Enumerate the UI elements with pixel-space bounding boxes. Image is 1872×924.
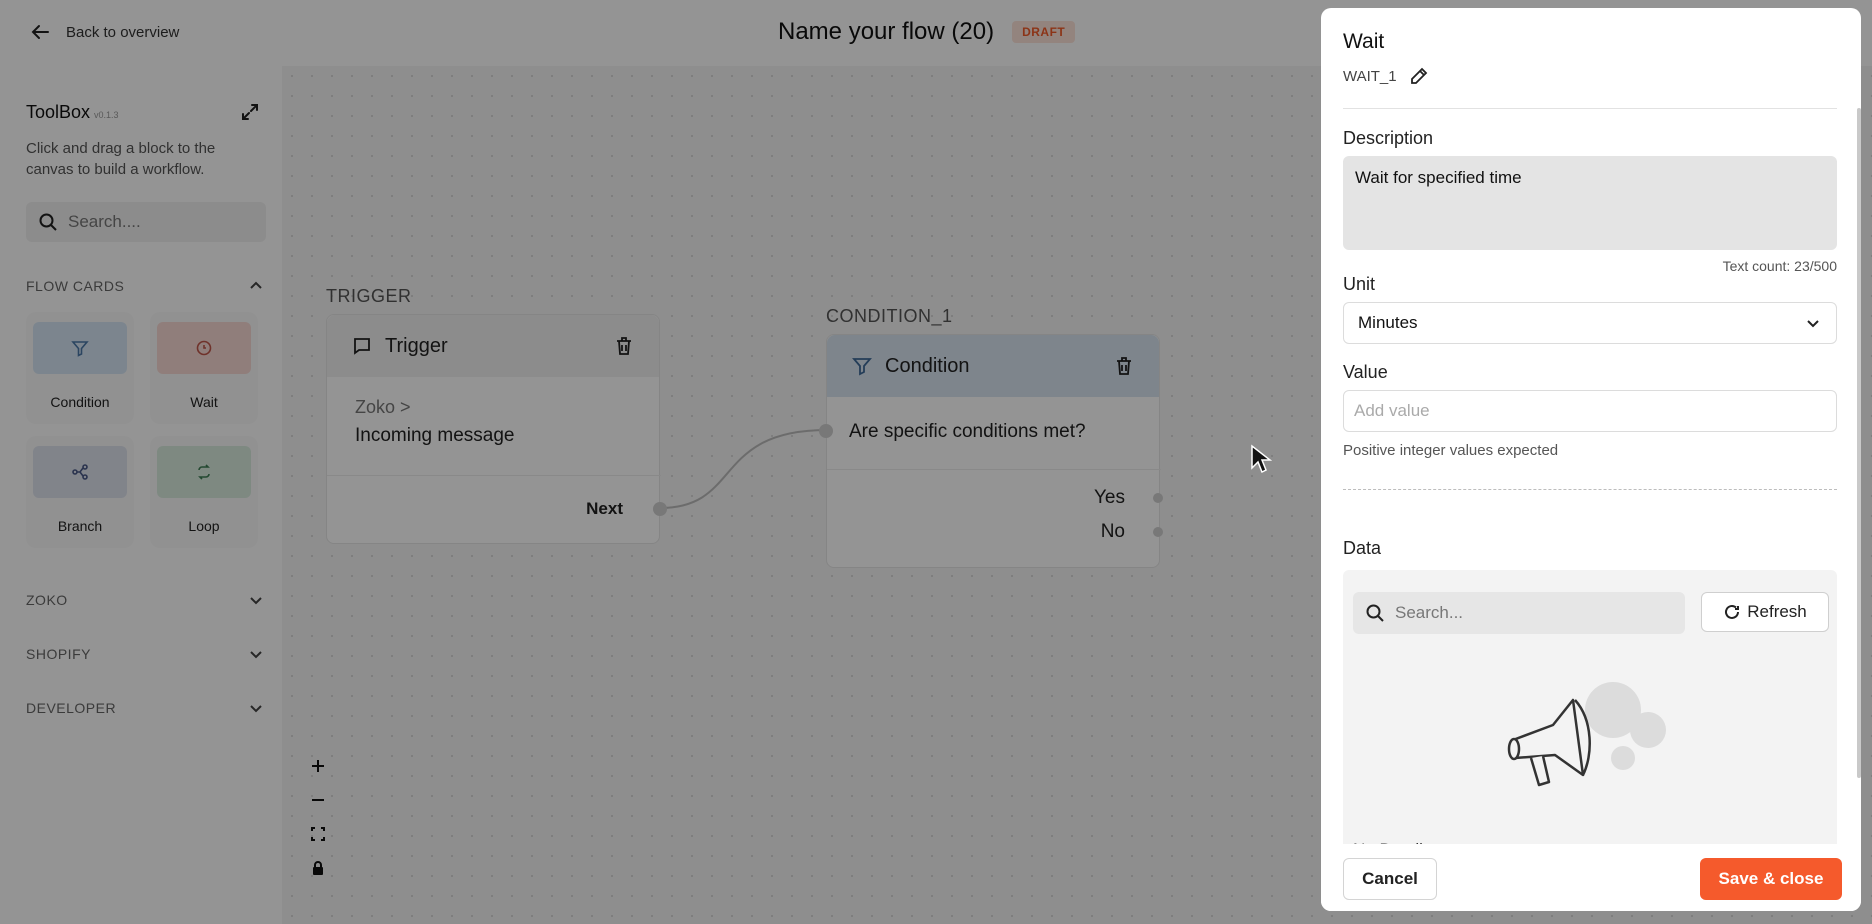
wait-config-panel: Wait WAIT_1 Description Text count: 23/5… [1321,8,1861,911]
panel-divider [1343,108,1837,109]
save-close-button[interactable]: Save & close [1700,858,1842,900]
data-search-input[interactable]: Search... [1353,592,1685,634]
data-search-placeholder: Search... [1395,603,1464,622]
panel-scrollbar[interactable] [1857,108,1861,778]
data-label: Data [1343,538,1382,558]
chevron-down-icon [1807,320,1819,328]
description-label: Description [1343,128,1434,148]
panel-footer: Cancel Save & close [1321,844,1861,911]
unit-label: Unit [1343,274,1376,294]
data-explorer: Search... Refresh No Detail [1343,570,1837,870]
unit-select[interactable]: Minutes [1343,302,1837,344]
pencil-icon[interactable] [1409,66,1429,86]
value-input[interactable] [1343,390,1837,432]
panel-node-id: WAIT_1 [1343,66,1429,86]
dashed-divider [1343,489,1837,490]
text-count: Text count: 23/500 [1722,258,1837,274]
node-id-text: WAIT_1 [1343,67,1397,85]
refresh-button[interactable]: Refresh [1701,592,1829,632]
unit-select-value: Minutes [1358,313,1418,332]
panel-title: Wait [1343,30,1385,53]
refresh-label: Refresh [1747,602,1807,621]
refresh-icon [1725,604,1740,619]
mouse-cursor-icon [1251,444,1272,474]
megaphone-empty-illustration [1507,682,1666,787]
value-label: Value [1343,362,1388,382]
description-field[interactable] [1343,156,1837,250]
search-icon [1366,604,1384,622]
value-hint: Positive integer values expected [1343,442,1559,459]
cancel-button[interactable]: Cancel [1343,858,1437,900]
